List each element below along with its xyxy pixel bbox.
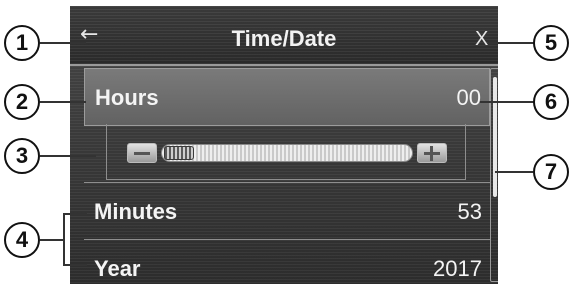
hours-row[interactable]: Hours 00 <box>84 68 490 126</box>
minutes-label: Minutes <box>94 199 178 224</box>
callout-leader-2 <box>40 101 86 103</box>
callout-leader-1 <box>40 42 86 44</box>
slider-thumb[interactable] <box>164 146 194 160</box>
hours-value: 00 <box>456 85 481 110</box>
callout-leader-3 <box>40 155 96 157</box>
header-bar: ← Time/Date X <box>70 6 498 66</box>
hours-label: Hours <box>95 85 159 110</box>
hours-slider[interactable] <box>161 144 413 162</box>
page-title: Time/Date <box>231 26 337 51</box>
decrease-button[interactable] <box>127 143 157 163</box>
callout-4: 4 <box>4 222 40 258</box>
increase-button[interactable] <box>417 143 447 163</box>
callout-leader-4-bottom <box>63 264 87 266</box>
time-date-screen: ← Time/Date X Hours 00 Minutes 53 Year 2… <box>70 6 498 284</box>
scrollbar-thumb[interactable] <box>493 77 497 197</box>
close-button[interactable]: X <box>475 26 495 52</box>
callout-1: 1 <box>4 25 40 61</box>
callout-3: 3 <box>4 138 40 174</box>
callout-5: 5 <box>533 25 569 61</box>
callout-leader-4-stem <box>40 239 64 241</box>
year-value: 2017 <box>433 256 482 281</box>
callout-2: 2 <box>4 84 40 120</box>
year-label: Year <box>94 256 141 281</box>
minutes-value: 53 <box>457 199 482 224</box>
callout-leader-7 <box>495 171 533 173</box>
hours-adjust-panel <box>106 124 466 180</box>
year-row[interactable]: Year 2017 <box>84 240 490 284</box>
callout-7: 7 <box>533 154 569 190</box>
callout-leader-6 <box>480 101 534 103</box>
callout-leader-4-top <box>63 213 87 215</box>
callout-6: 6 <box>533 84 569 120</box>
callout-leader-5 <box>488 42 534 44</box>
minutes-row[interactable]: Minutes 53 <box>84 182 490 240</box>
